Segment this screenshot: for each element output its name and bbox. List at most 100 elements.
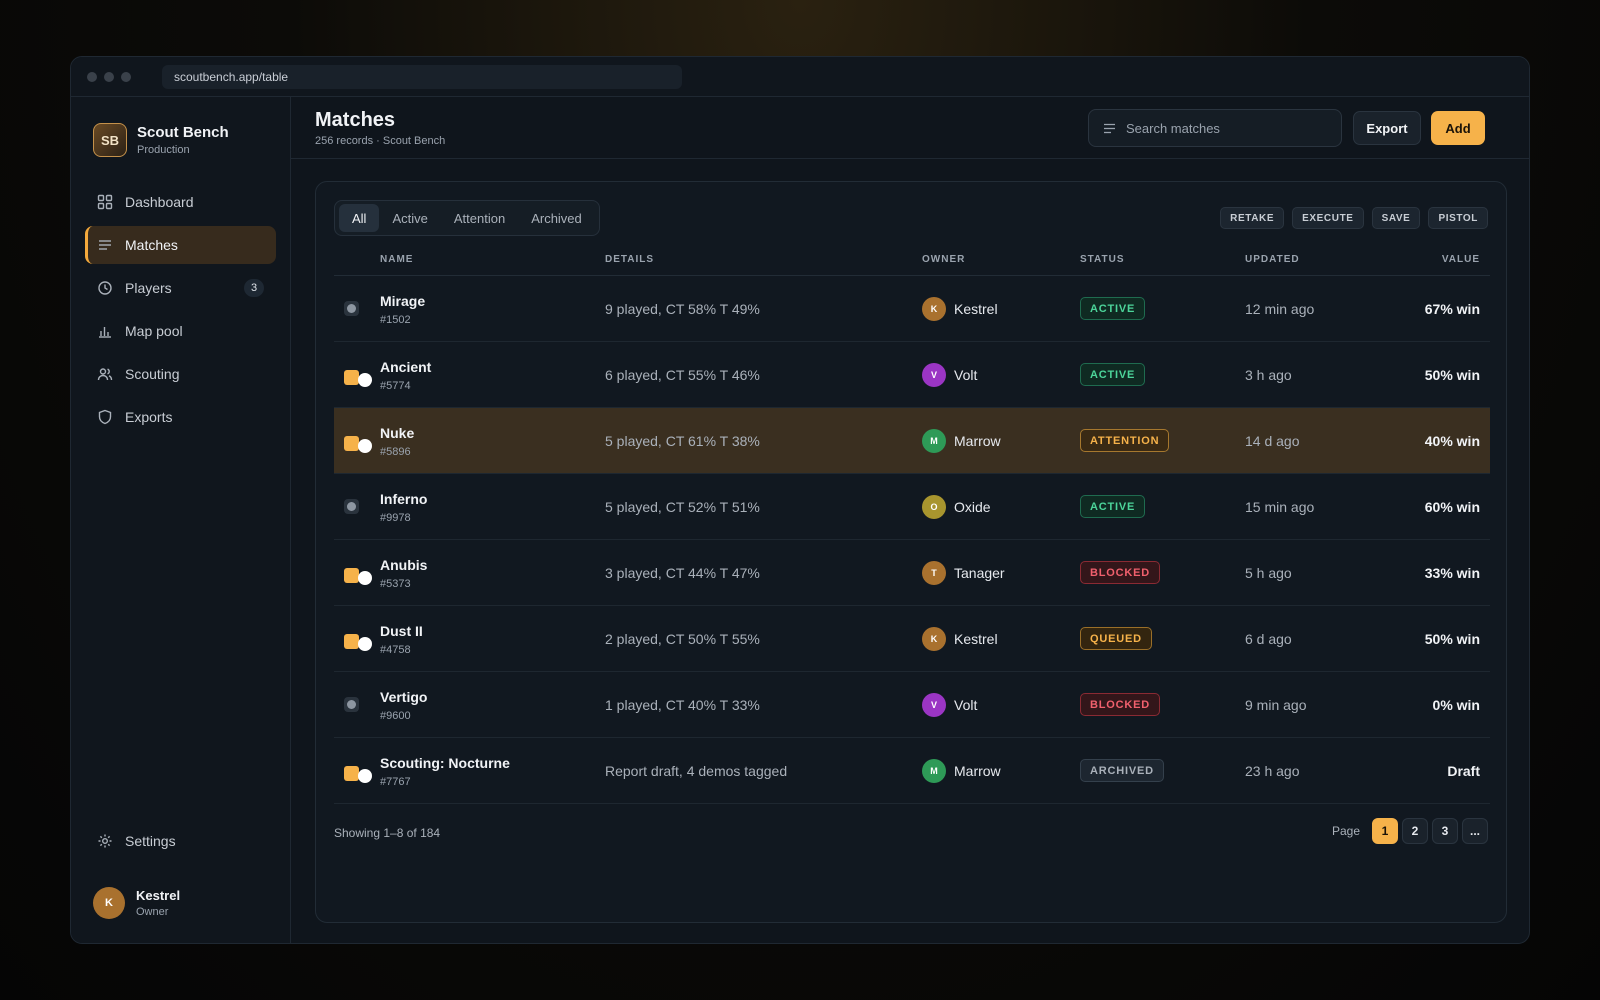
table-header: NAME DETAILS OWNER STATUS UPDATED VALUE bbox=[334, 244, 1490, 276]
chip-save[interactable]: SAVE bbox=[1371, 207, 1421, 229]
row-selector[interactable] bbox=[344, 301, 359, 316]
sidebar-item-settings[interactable]: Settings bbox=[85, 822, 276, 860]
row-select-indicator[interactable] bbox=[344, 301, 359, 316]
row-selector[interactable] bbox=[344, 565, 372, 585]
filter-lines-icon bbox=[1103, 123, 1116, 134]
window-zoom-dot[interactable] bbox=[121, 71, 131, 82]
match-details: 2 played, CT 50% T 55% bbox=[605, 631, 760, 647]
match-owner: T Tanager bbox=[922, 561, 1005, 585]
column-header-owner[interactable]: OWNER bbox=[922, 254, 965, 265]
sidebar-item-label: Scouting bbox=[125, 366, 180, 382]
match-value: 0% win bbox=[1432, 697, 1480, 713]
owner-avatar: M bbox=[922, 759, 946, 783]
sidebar-item-map-pool[interactable]: Map pool bbox=[85, 312, 276, 350]
sidebar-item-players[interactable]: Players 3 bbox=[85, 269, 276, 307]
column-header-name[interactable]: NAME bbox=[380, 254, 413, 265]
status-badge: ARCHIVED bbox=[1080, 759, 1164, 782]
match-name[interactable]: Inferno bbox=[380, 491, 427, 507]
match-updated: 15 min ago bbox=[1245, 499, 1315, 515]
match-name[interactable]: Mirage bbox=[380, 293, 425, 309]
owner-avatar: T bbox=[922, 561, 946, 585]
match-details: 1 played, CT 40% T 33% bbox=[605, 697, 760, 713]
match-details: 3 played, CT 44% T 47% bbox=[605, 565, 760, 581]
match-value: 50% win bbox=[1424, 367, 1480, 383]
gear-icon bbox=[97, 833, 113, 849]
match-name[interactable]: Vertigo bbox=[380, 689, 427, 705]
table-row[interactable]: Anubis #5373 3 played, CT 44% T 47% T Tanage… bbox=[334, 540, 1490, 606]
match-name[interactable]: Scouting: Nocturne bbox=[380, 755, 510, 771]
table-row[interactable]: Mirage #1502 9 played, CT 58% T 49% K Kestre… bbox=[334, 276, 1490, 342]
sidebar-item-scouting[interactable]: Scouting bbox=[85, 355, 276, 393]
brand-name: Scout Bench bbox=[137, 124, 229, 141]
app-window: scoutbench.app/table SB Scout Bench Prod… bbox=[70, 56, 1530, 944]
match-updated: 14 d ago bbox=[1245, 433, 1300, 449]
pagination-summary: Showing 1–8 of 184 bbox=[334, 826, 441, 840]
owner-avatar: K bbox=[922, 297, 946, 321]
match-owner: O Oxide bbox=[922, 495, 991, 519]
row-selector[interactable] bbox=[344, 367, 372, 387]
table-row[interactable]: Vertigo #9600 1 played, CT 40% T 33% V Volt B… bbox=[334, 672, 1490, 738]
pagination: Page 1 2 3... bbox=[1332, 818, 1488, 844]
page-button-3[interactable]: 3 bbox=[1432, 818, 1458, 844]
match-updated: 5 h ago bbox=[1245, 565, 1292, 581]
tab-attention[interactable]: Attention bbox=[441, 204, 518, 232]
url-bar[interactable]: scoutbench.app/table bbox=[162, 64, 682, 89]
current-user[interactable]: K Kestrel Owner bbox=[93, 887, 180, 919]
match-owner: K Kestrel bbox=[922, 297, 998, 321]
table-row[interactable]: Dust II #4758 2 played, CT 50% T 55% K Kestr… bbox=[334, 606, 1490, 672]
search-input[interactable]: Search matches bbox=[1088, 109, 1342, 147]
row-select-indicator[interactable] bbox=[344, 697, 359, 712]
row-selector[interactable] bbox=[344, 433, 372, 453]
chip-execute[interactable]: EXECUTE bbox=[1292, 207, 1364, 229]
match-name[interactable]: Anubis bbox=[380, 557, 427, 573]
row-status-dot bbox=[358, 439, 372, 453]
match-value: 50% win bbox=[1424, 631, 1480, 647]
sidebar-item-matches[interactable]: Matches bbox=[85, 226, 276, 264]
row-select-checkbox[interactable] bbox=[344, 435, 359, 451]
row-selector[interactable] bbox=[344, 763, 372, 783]
user-role: Owner bbox=[136, 906, 169, 918]
sidebar: SB Scout Bench Production Dashboard Matc… bbox=[71, 97, 291, 943]
table-row[interactable]: Scouting: Nocturne #7767 Report draft, 4 d… bbox=[334, 738, 1490, 804]
export-button[interactable]: Export bbox=[1353, 111, 1421, 145]
row-select-indicator[interactable] bbox=[344, 499, 359, 514]
column-header-status[interactable]: STATUS bbox=[1080, 254, 1125, 265]
table-row[interactable]: Inferno #9978 5 played, CT 52% T 51% O Oxide… bbox=[334, 474, 1490, 540]
match-id: #9600 bbox=[380, 710, 411, 722]
matches-panel: All Active Attention Archived RETAKE EXE… bbox=[315, 181, 1507, 923]
tab-all[interactable]: All bbox=[339, 204, 380, 232]
table-row[interactable]: Nuke #5896 5 played, CT 61% T 38% M Marrow AT… bbox=[334, 408, 1490, 474]
row-select-checkbox[interactable] bbox=[344, 369, 359, 385]
column-header-updated[interactable]: UPDATED bbox=[1245, 254, 1300, 265]
sidebar-item-exports[interactable]: Exports bbox=[85, 398, 276, 436]
row-selector[interactable] bbox=[344, 631, 372, 651]
window-minimize-dot[interactable] bbox=[104, 71, 114, 82]
sidebar-item-dashboard[interactable]: Dashboard bbox=[85, 183, 276, 221]
row-select-checkbox[interactable] bbox=[344, 567, 359, 583]
column-header-details[interactable]: DETAILS bbox=[605, 254, 654, 265]
page-button-2[interactable]: 2 bbox=[1402, 818, 1428, 844]
match-name[interactable]: Nuke bbox=[380, 425, 414, 441]
chip-retake[interactable]: RETAKE bbox=[1220, 207, 1285, 229]
column-header-value[interactable]: VALUE bbox=[1442, 254, 1480, 265]
row-select-checkbox[interactable] bbox=[344, 633, 359, 649]
clock-icon bbox=[97, 280, 113, 296]
table-row[interactable]: Ancient #5774 6 played, CT 55% T 46% V Volt A… bbox=[334, 342, 1490, 408]
row-selector[interactable] bbox=[344, 697, 359, 712]
chip-pistol[interactable]: PISTOL bbox=[1428, 207, 1488, 229]
add-button[interactable]: Add bbox=[1431, 111, 1485, 145]
page-more-button[interactable]: ... bbox=[1462, 818, 1488, 844]
page-button-1[interactable]: 1 bbox=[1372, 818, 1398, 844]
main-content: Matches 256 records · Scout Bench Search… bbox=[291, 97, 1529, 943]
window-close-dot[interactable] bbox=[87, 71, 97, 82]
match-id: #9978 bbox=[380, 512, 411, 524]
tag-chips: RETAKE EXECUTE SAVE PISTOL bbox=[1212, 207, 1488, 229]
match-name[interactable]: Ancient bbox=[380, 359, 431, 375]
row-selector[interactable] bbox=[344, 499, 359, 514]
tab-archived[interactable]: Archived bbox=[518, 204, 595, 232]
tab-active[interactable]: Active bbox=[379, 204, 440, 232]
match-name[interactable]: Dust II bbox=[380, 623, 423, 639]
status-badge: ATTENTION bbox=[1080, 429, 1170, 452]
row-select-checkbox[interactable] bbox=[344, 765, 359, 781]
match-value: Draft bbox=[1447, 763, 1480, 779]
